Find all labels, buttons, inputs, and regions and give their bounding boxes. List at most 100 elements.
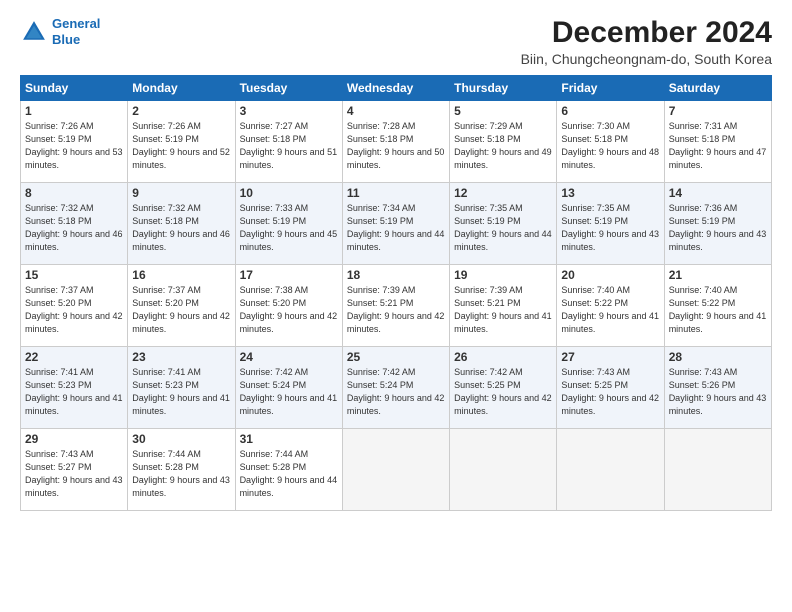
day-info: Sunrise: 7:36 AM Sunset: 5:19 PM Dayligh… — [669, 202, 767, 254]
day-info: Sunrise: 7:41 AM Sunset: 5:23 PM Dayligh… — [132, 366, 230, 418]
day-info: Sunrise: 7:37 AM Sunset: 5:20 PM Dayligh… — [25, 284, 123, 336]
calendar-cell: 9 Sunrise: 7:32 AM Sunset: 5:18 PM Daylig… — [128, 183, 235, 265]
day-number: 1 — [25, 104, 123, 118]
day-number: 28 — [669, 350, 767, 364]
calendar-cell — [664, 429, 771, 511]
day-number: 19 — [454, 268, 552, 282]
day-info: Sunrise: 7:43 AM Sunset: 5:25 PM Dayligh… — [561, 366, 659, 418]
day-info: Sunrise: 7:38 AM Sunset: 5:20 PM Dayligh… — [240, 284, 338, 336]
day-info: Sunrise: 7:39 AM Sunset: 5:21 PM Dayligh… — [454, 284, 552, 336]
calendar-cell: 29 Sunrise: 7:43 AM Sunset: 5:27 PM Dayli… — [21, 429, 128, 511]
calendar-cell: 14 Sunrise: 7:36 AM Sunset: 5:19 PM Dayli… — [664, 183, 771, 265]
calendar-cell: 19 Sunrise: 7:39 AM Sunset: 5:21 PM Dayli… — [450, 265, 557, 347]
calendar-cell: 20 Sunrise: 7:40 AM Sunset: 5:22 PM Dayli… — [557, 265, 664, 347]
day-number: 9 — [132, 186, 230, 200]
weekday-header-thursday: Thursday — [450, 76, 557, 101]
calendar-table: SundayMondayTuesdayWednesdayThursdayFrid… — [20, 75, 772, 511]
calendar-cell: 26Sunrise: 7:42 AM Sunset: 5:25 PM Dayli… — [450, 347, 557, 429]
header: General Blue December 2024 Biin, Chungch… — [20, 16, 772, 67]
day-number: 12 — [454, 186, 552, 200]
day-number: 22 — [25, 350, 123, 364]
title-block: December 2024 Biin, Chungcheongnam-do, S… — [521, 16, 772, 67]
calendar-cell: 18 Sunrise: 7:39 AM Sunset: 5:21 PM Dayli… — [342, 265, 449, 347]
logo-line1: General — [52, 16, 100, 31]
day-info: Sunrise: 7:28 AM Sunset: 5:18 PM Dayligh… — [347, 120, 445, 172]
weekday-header-friday: Friday — [557, 76, 664, 101]
day-number: 20 — [561, 268, 659, 282]
calendar-cell: 22 Sunrise: 7:41 AM Sunset: 5:23 PM Dayli… — [21, 347, 128, 429]
calendar-cell — [342, 429, 449, 511]
day-number: 3 — [240, 104, 338, 118]
calendar-cell: 1 Sunrise: 7:26 AM Sunset: 5:19 PM Daylig… — [21, 101, 128, 183]
weekday-header-tuesday: Tuesday — [235, 76, 342, 101]
day-info: Sunrise: 7:40 AM Sunset: 5:22 PM Dayligh… — [561, 284, 659, 336]
page-container: General Blue December 2024 Biin, Chungch… — [0, 0, 792, 521]
day-info: Sunrise: 7:34 AM Sunset: 5:19 PM Dayligh… — [347, 202, 445, 254]
day-info: Sunrise: 7:43 AM Sunset: 5:26 PM Dayligh… — [669, 366, 767, 418]
logo-text: General Blue — [52, 16, 100, 47]
day-number: 25 — [347, 350, 445, 364]
calendar-cell: 13 Sunrise: 7:35 AM Sunset: 5:19 PM Dayli… — [557, 183, 664, 265]
day-info: Sunrise: 7:31 AM Sunset: 5:18 PM Dayligh… — [669, 120, 767, 172]
calendar-cell: 28 Sunrise: 7:43 AM Sunset: 5:26 PM Dayli… — [664, 347, 771, 429]
calendar-week-3: 15 Sunrise: 7:37 AM Sunset: 5:20 PM Dayli… — [21, 265, 772, 347]
day-info: Sunrise: 7:44 AM Sunset: 5:28 PM Dayligh… — [240, 448, 338, 500]
calendar-cell: 25 Sunrise: 7:42 AM Sunset: 5:24 PM Dayli… — [342, 347, 449, 429]
calendar-cell: 6Sunrise: 7:30 AM Sunset: 5:18 PM Daylig… — [557, 101, 664, 183]
day-info: Sunrise: 7:41 AM Sunset: 5:23 PM Dayligh… — [25, 366, 123, 418]
calendar-cell: 15 Sunrise: 7:37 AM Sunset: 5:20 PM Dayli… — [21, 265, 128, 347]
day-number: 11 — [347, 186, 445, 200]
day-number: 23 — [132, 350, 230, 364]
day-number: 21 — [669, 268, 767, 282]
calendar-cell: 30Sunrise: 7:44 AM Sunset: 5:28 PM Dayli… — [128, 429, 235, 511]
day-number: 13 — [561, 186, 659, 200]
day-number: 10 — [240, 186, 338, 200]
calendar-cell: 8Sunrise: 7:32 AM Sunset: 5:18 PM Daylig… — [21, 183, 128, 265]
calendar-cell: 2 Sunrise: 7:26 AM Sunset: 5:19 PM Daylig… — [128, 101, 235, 183]
day-info: Sunrise: 7:35 AM Sunset: 5:19 PM Dayligh… — [454, 202, 552, 254]
day-number: 27 — [561, 350, 659, 364]
day-number: 4 — [347, 104, 445, 118]
calendar-week-4: 22 Sunrise: 7:41 AM Sunset: 5:23 PM Dayli… — [21, 347, 772, 429]
day-number: 7 — [669, 104, 767, 118]
day-info: Sunrise: 7:37 AM Sunset: 5:20 PM Dayligh… — [132, 284, 230, 336]
day-number: 15 — [25, 268, 123, 282]
day-info: Sunrise: 7:26 AM Sunset: 5:19 PM Dayligh… — [132, 120, 230, 172]
calendar-cell: 10 Sunrise: 7:33 AM Sunset: 5:19 PM Dayli… — [235, 183, 342, 265]
weekday-header-monday: Monday — [128, 76, 235, 101]
day-info: Sunrise: 7:27 AM Sunset: 5:18 PM Dayligh… — [240, 120, 338, 172]
weekday-header-sunday: Sunday — [21, 76, 128, 101]
day-info: Sunrise: 7:43 AM Sunset: 5:27 PM Dayligh… — [25, 448, 123, 500]
day-number: 26 — [454, 350, 552, 364]
day-info: Sunrise: 7:32 AM Sunset: 5:18 PM Dayligh… — [132, 202, 230, 254]
calendar-subtitle: Biin, Chungcheongnam-do, South Korea — [521, 51, 772, 67]
day-number: 2 — [132, 104, 230, 118]
day-info: Sunrise: 7:39 AM Sunset: 5:21 PM Dayligh… — [347, 284, 445, 336]
day-number: 29 — [25, 432, 123, 446]
day-number: 31 — [240, 432, 338, 446]
day-info: Sunrise: 7:42 AM Sunset: 5:24 PM Dayligh… — [347, 366, 445, 418]
day-number: 8 — [25, 186, 123, 200]
day-info: Sunrise: 7:26 AM Sunset: 5:19 PM Dayligh… — [25, 120, 123, 172]
day-number: 14 — [669, 186, 767, 200]
calendar-cell: 16Sunrise: 7:37 AM Sunset: 5:20 PM Dayli… — [128, 265, 235, 347]
day-number: 5 — [454, 104, 552, 118]
day-info: Sunrise: 7:40 AM Sunset: 5:22 PM Dayligh… — [669, 284, 767, 336]
day-info: Sunrise: 7:33 AM Sunset: 5:19 PM Dayligh… — [240, 202, 338, 254]
day-info: Sunrise: 7:29 AM Sunset: 5:18 PM Dayligh… — [454, 120, 552, 172]
day-number: 18 — [347, 268, 445, 282]
day-info: Sunrise: 7:44 AM Sunset: 5:28 PM Dayligh… — [132, 448, 230, 500]
calendar-cell: 24Sunrise: 7:42 AM Sunset: 5:24 PM Dayli… — [235, 347, 342, 429]
calendar-cell: 31 Sunrise: 7:44 AM Sunset: 5:28 PM Dayli… — [235, 429, 342, 511]
calendar-cell: 17Sunrise: 7:38 AM Sunset: 5:20 PM Dayli… — [235, 265, 342, 347]
calendar-week-1: 1 Sunrise: 7:26 AM Sunset: 5:19 PM Daylig… — [21, 101, 772, 183]
calendar-title: December 2024 — [521, 16, 772, 49]
weekday-header-wednesday: Wednesday — [342, 76, 449, 101]
day-info: Sunrise: 7:35 AM Sunset: 5:19 PM Dayligh… — [561, 202, 659, 254]
calendar-cell — [557, 429, 664, 511]
day-number: 24 — [240, 350, 338, 364]
weekday-header-saturday: Saturday — [664, 76, 771, 101]
calendar-cell: 3 Sunrise: 7:27 AM Sunset: 5:18 PM Daylig… — [235, 101, 342, 183]
calendar-cell: 11 Sunrise: 7:34 AM Sunset: 5:19 PM Dayli… — [342, 183, 449, 265]
calendar-cell: 23 Sunrise: 7:41 AM Sunset: 5:23 PM Dayli… — [128, 347, 235, 429]
